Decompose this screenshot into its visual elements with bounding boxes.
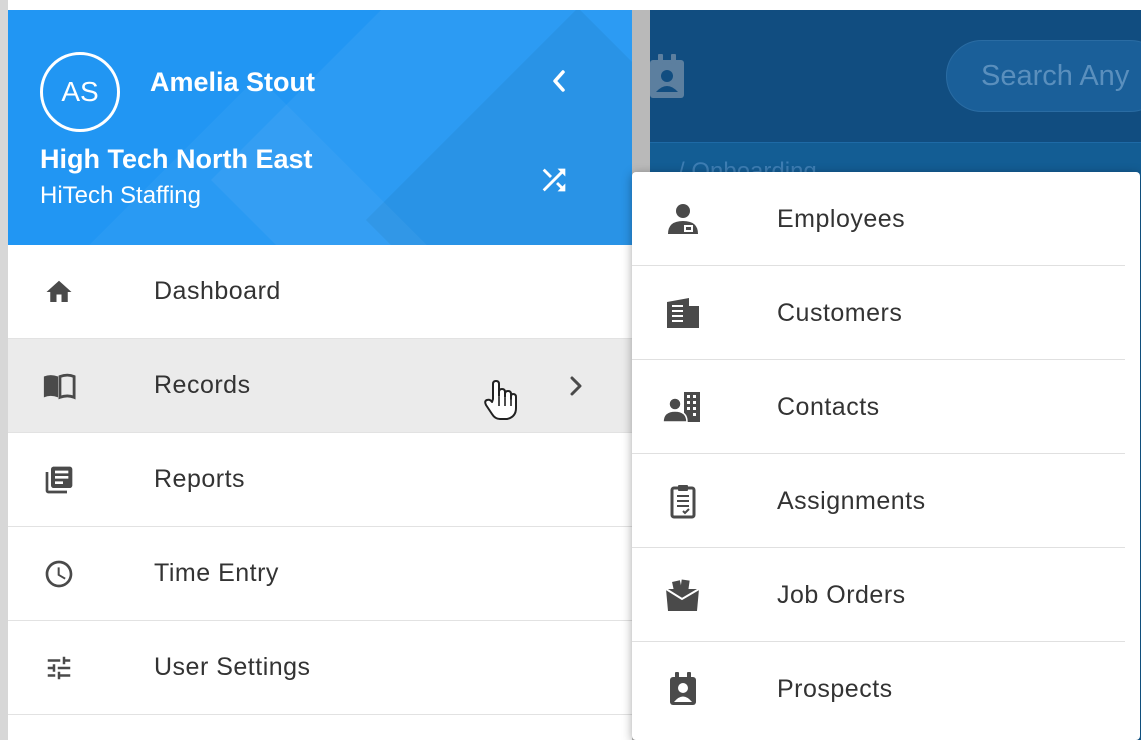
submenu-item-job-orders[interactable]: Job Orders [632, 548, 1140, 642]
divider [650, 142, 1141, 143]
job-orders-icon [662, 575, 704, 615]
employee-icon [662, 199, 704, 239]
submenu-item-contacts[interactable]: Contacts [632, 360, 1140, 454]
hand-pointer-cursor-icon [484, 380, 517, 420]
top-edge [0, 0, 650, 10]
submenu-item-employees[interactable]: Employees [632, 172, 1140, 266]
collapse-sidebar-button[interactable] [538, 60, 580, 102]
app-topbar: Search Any [650, 10, 1141, 142]
nav-label-dashboard: Dashboard [154, 277, 281, 305]
prospect-icon [662, 669, 704, 709]
reports-icon [42, 463, 76, 497]
avatar[interactable]: AS [40, 52, 120, 132]
submenu-label-job-orders: Job Orders [777, 580, 906, 609]
submenu-item-prospects[interactable]: Prospects [632, 642, 1140, 736]
nav-label-records: Records [154, 371, 251, 399]
building-icon [662, 293, 704, 333]
shuffle-icon [542, 168, 566, 192]
nav-label-reports: Reports [154, 465, 246, 493]
submenu-label-contacts: Contacts [777, 392, 880, 421]
avatar-initials: AS [61, 76, 99, 107]
clipboard-icon [662, 481, 704, 521]
nav-item-dashboard[interactable]: Dashboard [8, 245, 632, 339]
nav-list: Dashboard Records Reports Time Entry Use… [8, 245, 632, 715]
user-name: Amelia Stout [150, 67, 316, 97]
submenu-item-assignments[interactable]: Assignments [632, 454, 1140, 548]
chevron-left-icon [553, 70, 565, 92]
nav-item-records[interactable]: Records [8, 339, 632, 433]
submenu-item-customers[interactable]: Customers [632, 266, 1140, 360]
nav-item-time-entry[interactable]: Time Entry [8, 527, 632, 621]
submenu-label-assignments: Assignments [777, 486, 926, 515]
organization-name: High Tech North East [40, 144, 313, 174]
clock-icon [42, 557, 76, 591]
submenu-label-employees: Employees [777, 204, 906, 233]
nav-item-user-settings[interactable]: User Settings [8, 621, 632, 715]
nav-item-reports[interactable]: Reports [8, 433, 632, 527]
chevron-right-icon [564, 371, 588, 401]
nav-label-user-settings: User Settings [154, 653, 311, 681]
switch-organization-button[interactable] [532, 158, 576, 202]
sidebar: AS Amelia Stout High Tech North East HiT… [8, 10, 632, 740]
global-search-input[interactable]: Search Any [946, 40, 1141, 112]
window-left-edge [0, 0, 8, 740]
book-icon [42, 369, 76, 403]
organization-subtitle: HiTech Staffing [40, 182, 201, 209]
home-icon [42, 275, 76, 309]
sliders-icon [42, 651, 76, 685]
contacts-icon [662, 387, 704, 427]
submenu-label-customers: Customers [777, 298, 903, 327]
calendar-badge-icon [650, 54, 684, 98]
nav-label-time-entry: Time Entry [154, 559, 279, 587]
submenu-label-prospects: Prospects [777, 674, 893, 703]
records-submenu: Employees Customers Contacts Assignments… [632, 172, 1140, 740]
sidebar-header: AS Amelia Stout High Tech North East HiT… [8, 10, 632, 245]
search-placeholder: Search Any [981, 59, 1130, 92]
